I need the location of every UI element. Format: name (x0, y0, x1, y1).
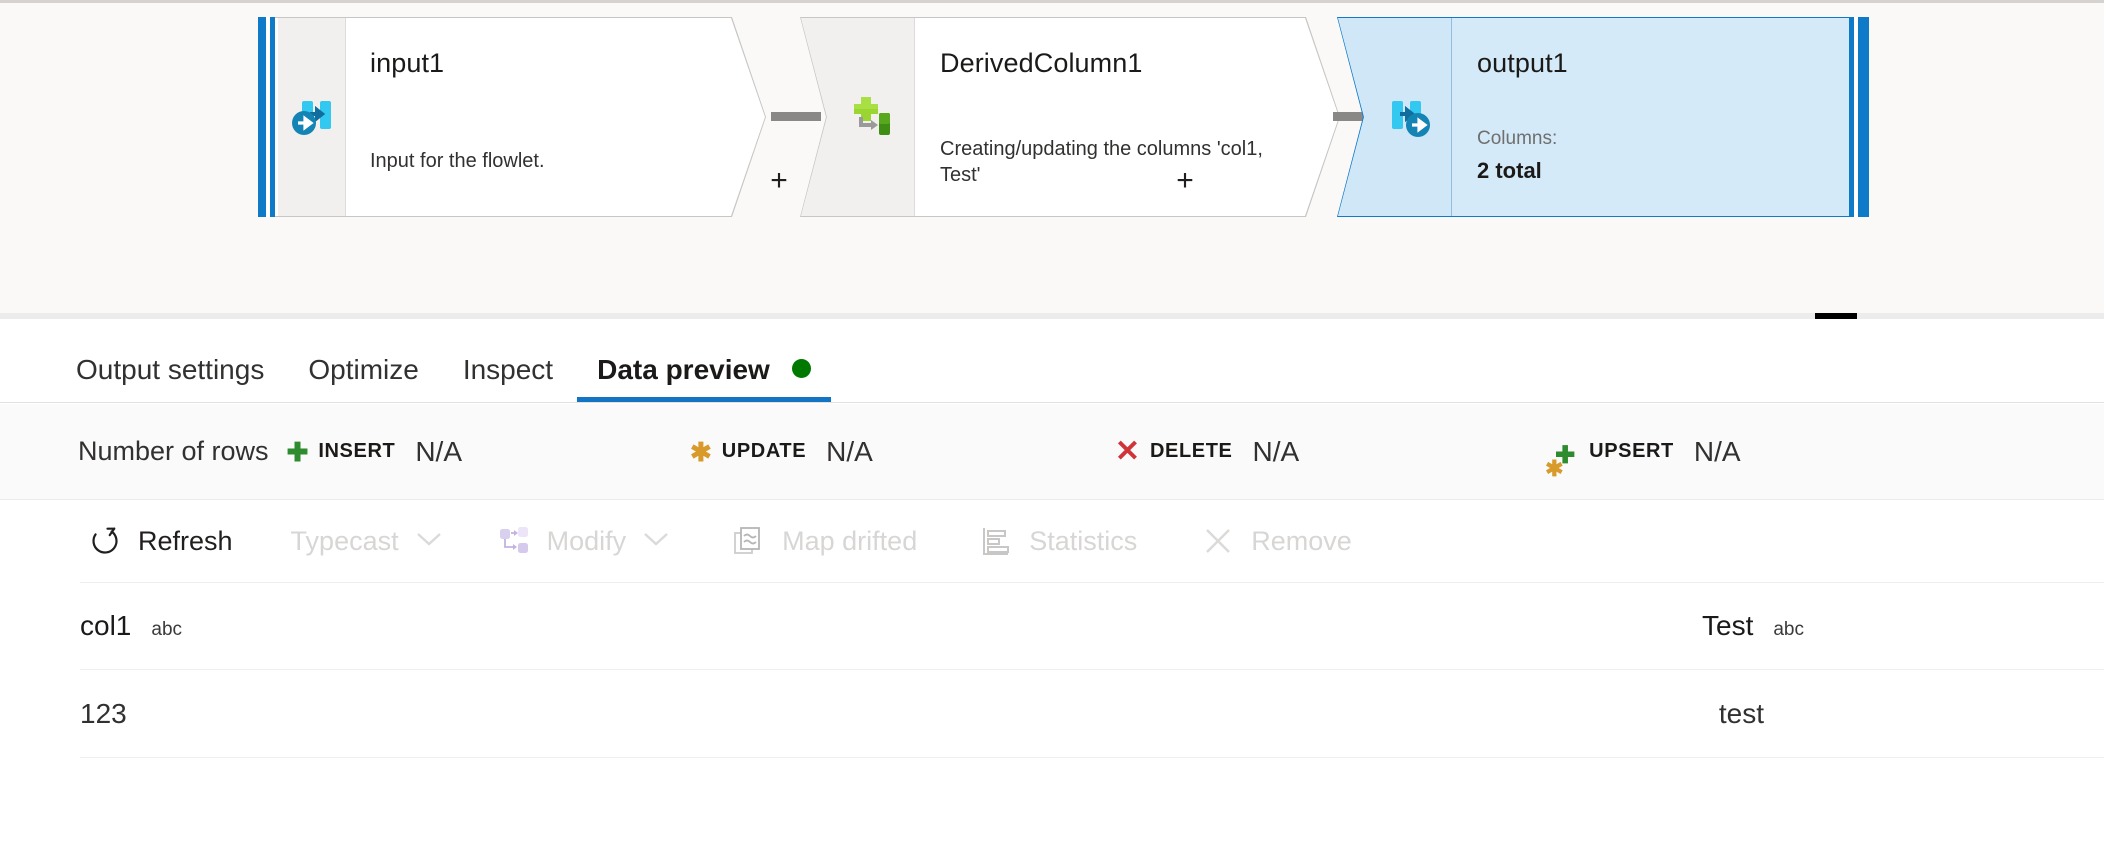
node-subtitle: Creating/updating the columns 'col1, Tes… (940, 136, 1270, 188)
add-transformation-button-1[interactable]: + (766, 169, 792, 195)
metric-value: N/A (826, 436, 873, 468)
tab-inspect[interactable]: Inspect (441, 354, 575, 402)
column-header-col1[interactable]: col1 abc (80, 610, 942, 642)
tab-optimize[interactable]: Optimize (286, 354, 440, 402)
cell-value: test (1719, 698, 1764, 730)
derived-column-icon (839, 85, 899, 150)
refresh-icon (88, 524, 122, 558)
status-dot-icon (792, 359, 811, 378)
column-type-badge: abc (1773, 619, 1804, 641)
toolbar-label: Remove (1251, 526, 1352, 557)
toolbar-label: Statistics (1029, 526, 1137, 557)
close-icon (1201, 524, 1235, 558)
node-content: input1 Input for the flowlet. (346, 18, 765, 216)
modify-button[interactable]: Modify (497, 524, 671, 558)
node-icon-gutter (801, 18, 915, 216)
tab-output-settings[interactable]: Output settings (54, 354, 286, 402)
tab-data-preview[interactable]: Data preview (575, 354, 833, 402)
tab-label: Output settings (76, 354, 264, 385)
column-header-test[interactable]: Test abc (942, 610, 2104, 642)
tab-label: Inspect (463, 354, 553, 385)
metric-value: N/A (1252, 436, 1299, 468)
tab-label: Data preview (597, 354, 770, 385)
metric-value: N/A (1694, 436, 1741, 468)
node-subtitle: Input for the flowlet. (370, 148, 545, 174)
modify-icon (497, 524, 531, 558)
tab-label: Optimize (308, 354, 418, 385)
remove-button[interactable]: Remove (1201, 524, 1352, 558)
node-columns-label: Columns: (1477, 128, 1557, 150)
column-name: Test (1702, 610, 1753, 642)
node-left-accent-bars (258, 17, 278, 217)
toolbar-label: Refresh (138, 526, 233, 557)
data-preview-toolbar: Refresh Typecast Modify (0, 501, 2104, 581)
column-type-badge: abc (151, 619, 182, 641)
toolbar-label: Map drifted (782, 526, 917, 557)
chevron-down-icon (642, 530, 670, 553)
metric-name: DELETE (1150, 440, 1233, 463)
refresh-button[interactable]: Refresh (88, 524, 233, 558)
row-count-summary: Number of rows ✚ INSERT N/A ✱ UPDATE N/A… (0, 404, 2104, 500)
node-icon-gutter (1338, 18, 1452, 216)
statistics-icon (979, 524, 1013, 558)
data-preview-grid[interactable]: col1 abc Test abc 123 test (0, 582, 2104, 850)
metric-value: N/A (415, 436, 462, 468)
node-right-accent-bars (1849, 17, 1869, 217)
node-title: input1 (370, 48, 765, 78)
metric-name: INSERT (318, 440, 395, 463)
flowlet-input-icon (284, 87, 340, 148)
chevron-down-icon (415, 530, 443, 553)
table-row[interactable]: 123 test (80, 670, 2104, 758)
metric-name: UPSERT (1589, 440, 1674, 463)
node-content: DerivedColumn1 Creating/updating the col… (916, 18, 1339, 216)
node-title: DerivedColumn1 (940, 48, 1339, 78)
table-row-empty (80, 758, 2104, 828)
cross-icon: ✕ (1115, 437, 1140, 467)
plus-icon: ✚ (287, 439, 309, 465)
node-icon-gutter (278, 18, 346, 216)
column-name: col1 (80, 610, 131, 642)
toolbar-label: Modify (547, 526, 627, 557)
add-transformation-button-2[interactable]: + (1172, 169, 1198, 195)
detail-panel-tabbar: Output settings Optimize Inspect Data pr… (0, 319, 2104, 403)
map-drifted-button[interactable]: Map drifted (732, 524, 917, 558)
table-cell-test: test (922, 698, 2104, 730)
cell-value: 123 (80, 698, 127, 730)
flow-node-derivedcolumn1[interactable]: DerivedColumn1 Creating/updating the col… (800, 17, 1340, 217)
statistics-button[interactable]: Statistics (979, 524, 1137, 558)
asterisk-icon: ✱ (690, 439, 712, 465)
row-count-label: Number of rows (78, 436, 269, 467)
metric-upsert: ✱ ✚ UPSERT N/A (1549, 436, 1740, 468)
flow-node-input1[interactable]: input1 Input for the flowlet. (258, 17, 766, 217)
flowlet-output-icon (1380, 87, 1436, 148)
metric-update: ✱ UPDATE N/A (690, 436, 873, 468)
data-flow-canvas[interactable]: input1 Input for the flowlet. + DerivedC… (0, 0, 2104, 316)
flow-node-output1[interactable]: output1 Columns: 2 total (1337, 17, 1869, 217)
metric-insert: ✚ INSERT N/A (287, 436, 462, 468)
map-drifted-icon (732, 524, 766, 558)
metric-delete: ✕ DELETE N/A (1115, 436, 1299, 468)
table-cell-col1: 123 (80, 698, 922, 730)
node-columns-value: 2 total (1477, 158, 1542, 184)
node-title: output1 (1477, 48, 1847, 78)
node-content: output1 Columns: 2 total (1453, 18, 1847, 216)
toolbar-label: Typecast (291, 526, 399, 557)
typecast-button[interactable]: Typecast (291, 526, 443, 557)
table-header-row: col1 abc Test abc (80, 582, 2104, 670)
metric-name: UPDATE (722, 440, 806, 463)
